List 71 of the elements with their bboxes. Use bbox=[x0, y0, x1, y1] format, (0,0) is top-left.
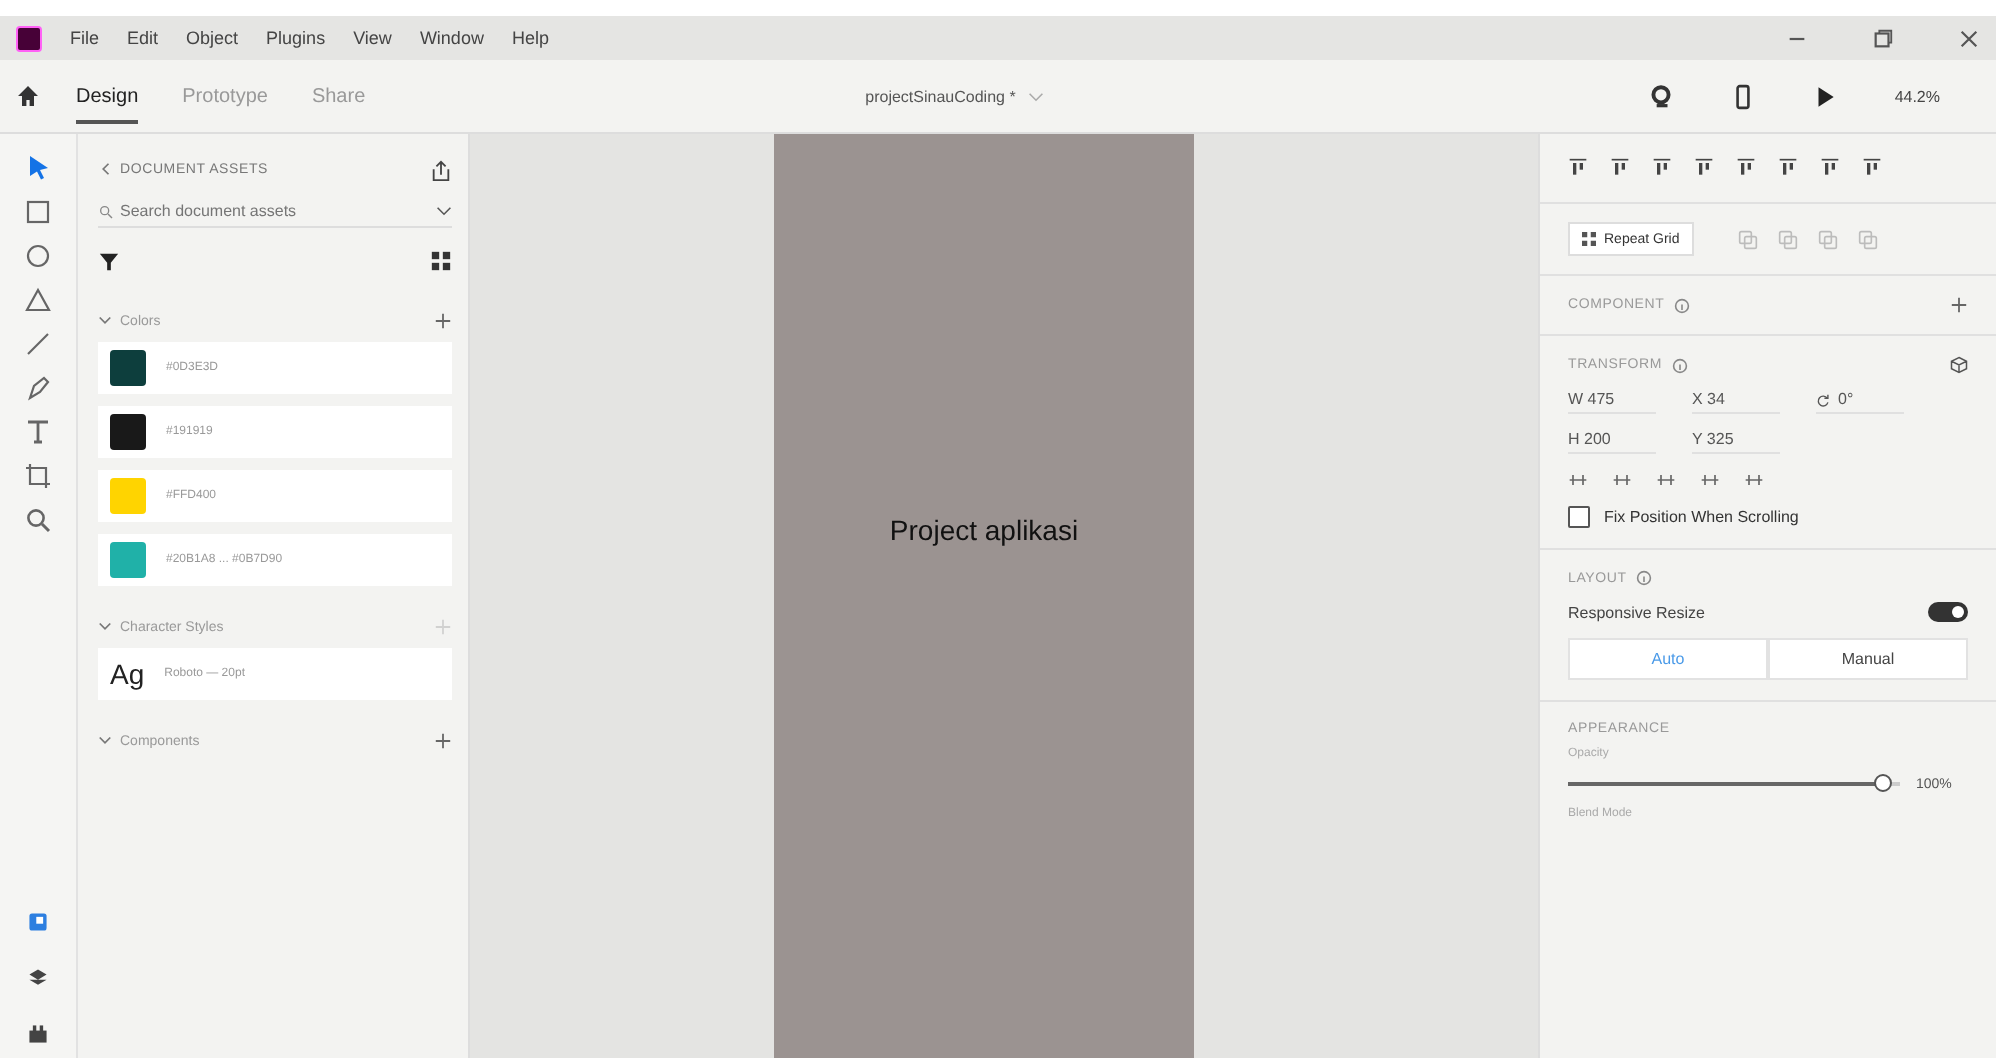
responsive-resize-toggle[interactable] bbox=[1928, 602, 1968, 623]
menu-item[interactable]: Window bbox=[419, 28, 484, 48]
menu-item[interactable]: Help bbox=[511, 28, 549, 48]
align-icon[interactable] bbox=[1568, 158, 1588, 178]
info-icon[interactable] bbox=[1674, 297, 1691, 314]
cube-icon[interactable] bbox=[1950, 356, 1968, 375]
layers-icon[interactable] bbox=[26, 966, 50, 990]
close-icon[interactable] bbox=[1958, 27, 1980, 49]
grid-view-icon[interactable] bbox=[430, 249, 452, 271]
menu-item[interactable]: File bbox=[70, 28, 100, 48]
fix-position-checkbox[interactable]: Fix Position When Scrolling bbox=[1568, 506, 1968, 529]
ellipse-tool-icon[interactable] bbox=[24, 242, 52, 270]
export-icon[interactable] bbox=[430, 159, 452, 181]
artboard-tool-icon[interactable] bbox=[24, 462, 52, 490]
width-field[interactable]: W 475 bbox=[1568, 390, 1656, 415]
zoom-level[interactable]: 44.2% bbox=[1894, 87, 1940, 105]
align-icon[interactable] bbox=[1736, 158, 1756, 178]
line-tool-icon[interactable] bbox=[24, 330, 52, 358]
menu-item[interactable]: View bbox=[353, 28, 392, 48]
menu-item[interactable]: Object bbox=[186, 28, 239, 48]
responsive-resize-label: Responsive Resize bbox=[1568, 603, 1705, 622]
align-icon[interactable] bbox=[1820, 158, 1840, 178]
align-icon[interactable] bbox=[1778, 158, 1798, 178]
align-icon[interactable] bbox=[1610, 158, 1630, 178]
app-logo-icon bbox=[16, 25, 42, 51]
align-icon[interactable] bbox=[1694, 158, 1714, 178]
search-icon bbox=[98, 203, 114, 219]
filter-icon[interactable] bbox=[98, 249, 120, 271]
rect-tool-icon[interactable] bbox=[24, 198, 52, 226]
flip-icon[interactable] bbox=[1568, 470, 1588, 491]
zoom-tool-icon[interactable] bbox=[24, 506, 52, 534]
add-icon[interactable] bbox=[434, 312, 452, 330]
add-icon[interactable] bbox=[1950, 296, 1968, 315]
home-icon[interactable] bbox=[16, 84, 40, 108]
mode-tab[interactable]: Design bbox=[76, 69, 139, 123]
menu-item[interactable]: Plugins bbox=[266, 28, 326, 48]
y-field[interactable]: Y 325 bbox=[1692, 430, 1780, 455]
triangle-tool-icon[interactable] bbox=[24, 286, 52, 314]
select-tool-icon[interactable] bbox=[24, 154, 52, 182]
flip-icon[interactable] bbox=[1744, 470, 1764, 491]
flip-icon[interactable] bbox=[1612, 470, 1632, 491]
user-icon[interactable] bbox=[1648, 83, 1675, 109]
rotate-icon bbox=[1816, 393, 1830, 408]
back-chevron-icon bbox=[98, 162, 112, 177]
flip-icon[interactable] bbox=[1656, 470, 1676, 491]
info-icon[interactable] bbox=[1672, 357, 1689, 374]
info-icon[interactable] bbox=[1636, 570, 1653, 587]
restore-icon[interactable] bbox=[1872, 27, 1894, 49]
resize-mode-tab[interactable]: Manual bbox=[1768, 638, 1968, 681]
height-field[interactable]: H 200 bbox=[1568, 430, 1656, 455]
align-icon[interactable] bbox=[1652, 158, 1672, 178]
style-sample: Ag bbox=[110, 658, 145, 690]
text-tool-icon[interactable] bbox=[24, 418, 52, 446]
chevron-icon bbox=[98, 313, 112, 328]
caret-icon[interactable] bbox=[436, 206, 452, 216]
chevron-icon bbox=[98, 733, 112, 748]
pen-tool-icon[interactable] bbox=[24, 374, 52, 402]
search-field[interactable]: Search document assets bbox=[98, 202, 418, 220]
artboard-text: Project aplikasi bbox=[889, 514, 1079, 546]
flip-icon[interactable] bbox=[1700, 470, 1720, 491]
add-icon[interactable] bbox=[434, 732, 452, 750]
rotation-field[interactable]: 0° bbox=[1816, 390, 1904, 415]
grid-icon bbox=[1582, 232, 1596, 246]
menu-item[interactable]: Edit bbox=[127, 28, 159, 48]
x-field[interactable]: X 34 bbox=[1692, 390, 1780, 415]
align-icon[interactable] bbox=[1862, 158, 1882, 178]
plugins-icon[interactable] bbox=[26, 1022, 50, 1046]
chevron-icon bbox=[98, 619, 112, 634]
document-title[interactable]: projectSinauCoding * bbox=[865, 87, 1016, 105]
artboard[interactable]: Project aplikasi bbox=[774, 134, 1194, 1058]
assets-panel-icon[interactable] bbox=[26, 910, 50, 934]
